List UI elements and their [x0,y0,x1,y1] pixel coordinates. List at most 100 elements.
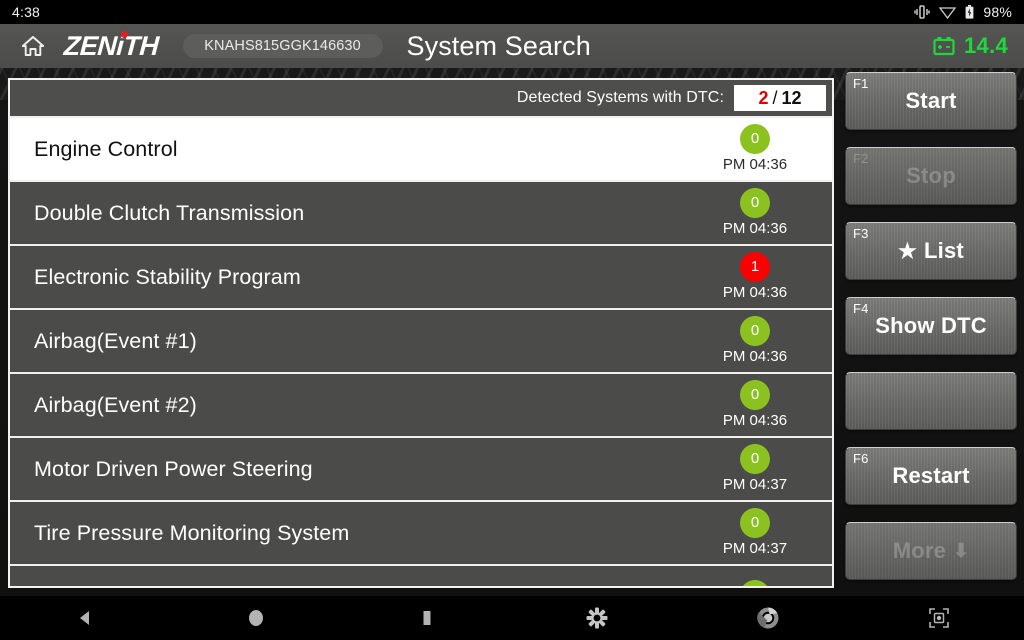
dtc-count-badge: 0 [740,580,770,586]
fkey-empty[interactable] [845,372,1017,430]
battery-percent: 98% [983,4,1012,20]
nav-browser-button[interactable] [683,596,854,640]
dtc-count-badge: 0 [740,379,770,410]
star-icon: ★ [898,239,918,263]
tablet-screen: 4:38 98% ZENiTH KNAHS815GGK146630 System… [0,0,1024,640]
fkey-label-group: Show DTC [875,313,987,339]
fkey-label: Show DTC [875,313,987,338]
dtc-summary-bar: Detected Systems with DTC: 2 / 12 [10,80,832,116]
row-status-group: 0 PM 04:37 [712,438,798,502]
status-clock: 4:38 [12,4,41,20]
fkey-start[interactable]: F1 Start [845,72,1017,130]
scan-timestamp: PM 04:36 [722,411,788,429]
system-name: Electronic Stability Program [34,264,301,289]
table-row[interactable]: Engine Control 0 PM 04:36 [10,116,832,180]
fkey-label-group: Restart [892,463,969,489]
row-status-group: 0 PM 04:36 [712,118,798,182]
dtc-count-badge: 0 [740,443,770,474]
fkey-label: List [924,238,964,263]
table-row[interactable]: Airbag(Event #1) 0 PM 04:36 [10,308,832,372]
table-row[interactable]: Motor Driven Power Steering 0 PM 04:37 [10,436,832,500]
fkey-label-group: More ⬇ [893,538,970,564]
battery-voltage-indicator: 14.4 [932,33,1014,59]
row-status-group: 1 PM 04:36 [712,246,798,310]
fkey-label: More [892,538,947,563]
voltage-value: 14.4 [963,33,1008,58]
row-status-group: 0 [712,566,798,586]
scan-timestamp: PM 04:36 [722,347,788,365]
home-icon [21,36,45,56]
fkey-number: F2 [853,151,869,166]
dtc-count-badge: 0 [740,187,770,218]
row-status-group: 0 PM 04:36 [712,182,798,246]
battery-icon [965,5,974,19]
table-row[interactable]: Tire Pressure Monitoring System 0 PM 04:37 [10,500,832,564]
screenshot-icon [928,608,949,628]
scan-timestamp: PM 04:36 [722,219,788,237]
dtc-total-count: 12 [781,87,802,108]
fkey-number: F3 [853,226,869,241]
fkey-restart[interactable]: F6 Restart [845,447,1017,505]
status-icon-group: 98% [914,4,1012,20]
wifi-icon [939,6,957,19]
android-status-bar: 4:38 98% [0,0,1024,24]
scan-timestamp: PM 04:37 [722,475,788,493]
back-icon [80,611,90,625]
vibrate-icon [914,5,931,19]
system-name: Airbag(Event #1) [34,328,197,353]
scan-timestamp: PM 04:37 [722,539,788,557]
nav-back-button[interactable] [0,596,171,640]
fkey-more: More ⬇ [845,522,1017,580]
fkey-label-group: Start [905,88,956,114]
function-key-rail: F1 Start F2 Stop F3 ★ List F4 Show DTC F6 Restart M… [845,72,1021,592]
fkey-label: Restart [892,463,970,488]
table-row[interactable]: 0 [10,564,832,586]
fkey-number: F4 [853,301,869,316]
dtc-count-badge: 0 [740,123,770,154]
nav-settings-button[interactable] [512,596,683,640]
zenith-logo-dot [120,30,128,38]
row-status-group: 0 PM 04:36 [712,374,798,438]
fkey-stop: F2 Stop [845,147,1017,205]
table-row[interactable]: Double Clutch Transmission 0 PM 04:36 [10,180,832,244]
fkey-number: F6 [853,451,869,466]
zenith-logo-text: ZENiTH [62,30,160,61]
system-row-list: Engine Control 0 PM 04:36 Double Clutch Tra… [10,116,832,586]
fkey-label: Start [905,88,957,113]
row-status-group: 0 PM 04:37 [712,502,798,566]
system-list-panel: Detected Systems with DTC: 2 / 12 Engine… [8,78,834,588]
car-battery-icon [933,37,955,56]
table-row[interactable]: Airbag(Event #2) 0 PM 04:36 [10,372,832,436]
fkey-show-dtc[interactable]: F4 Show DTC [845,297,1017,355]
page-title: System Search [406,30,591,61]
vin-chip[interactable]: KNAHS815GGK146630 [182,34,383,58]
fkey-label-group: ★ List [898,238,964,264]
home-button[interactable] [16,29,50,63]
fkey-list[interactable]: F3 ★ List [845,222,1017,280]
vin-value: KNAHS815GGK146630 [204,38,361,54]
nav-screenshot-button[interactable] [853,596,1024,640]
down-arrow-icon: ⬇ [953,540,970,562]
dtc-count-separator: / [772,87,778,108]
home-circle-icon [249,610,263,626]
fkey-label-group: Stop [906,163,956,189]
settings-gear-icon [586,607,608,629]
fkey-number: F1 [853,76,869,91]
table-row[interactable]: Electronic Stability Program 1 PM 04:36 [10,244,832,308]
system-name: Airbag(Event #2) [34,392,197,417]
row-status-group: 0 PM 04:36 [712,310,798,374]
scan-timestamp: PM 04:36 [722,155,788,173]
dtc-summary-label: Detected Systems with DTC: [516,89,724,106]
nav-recents-button[interactable] [341,596,512,640]
zenith-logo: ZENiTH [62,30,160,61]
dtc-detected-count: 2 [758,87,769,108]
nav-home-button[interactable] [171,596,342,640]
dtc-count-badge: 0 [740,315,770,346]
fkey-label: Stop [906,163,956,188]
system-name: Double Clutch Transmission [34,200,305,225]
android-nav-bar [0,596,1024,640]
dtc-count-badge: 0 [740,507,770,538]
system-name: Engine Control [34,136,178,161]
dtc-count-badge: 1 [740,251,770,282]
scan-timestamp: PM 04:36 [722,283,788,301]
